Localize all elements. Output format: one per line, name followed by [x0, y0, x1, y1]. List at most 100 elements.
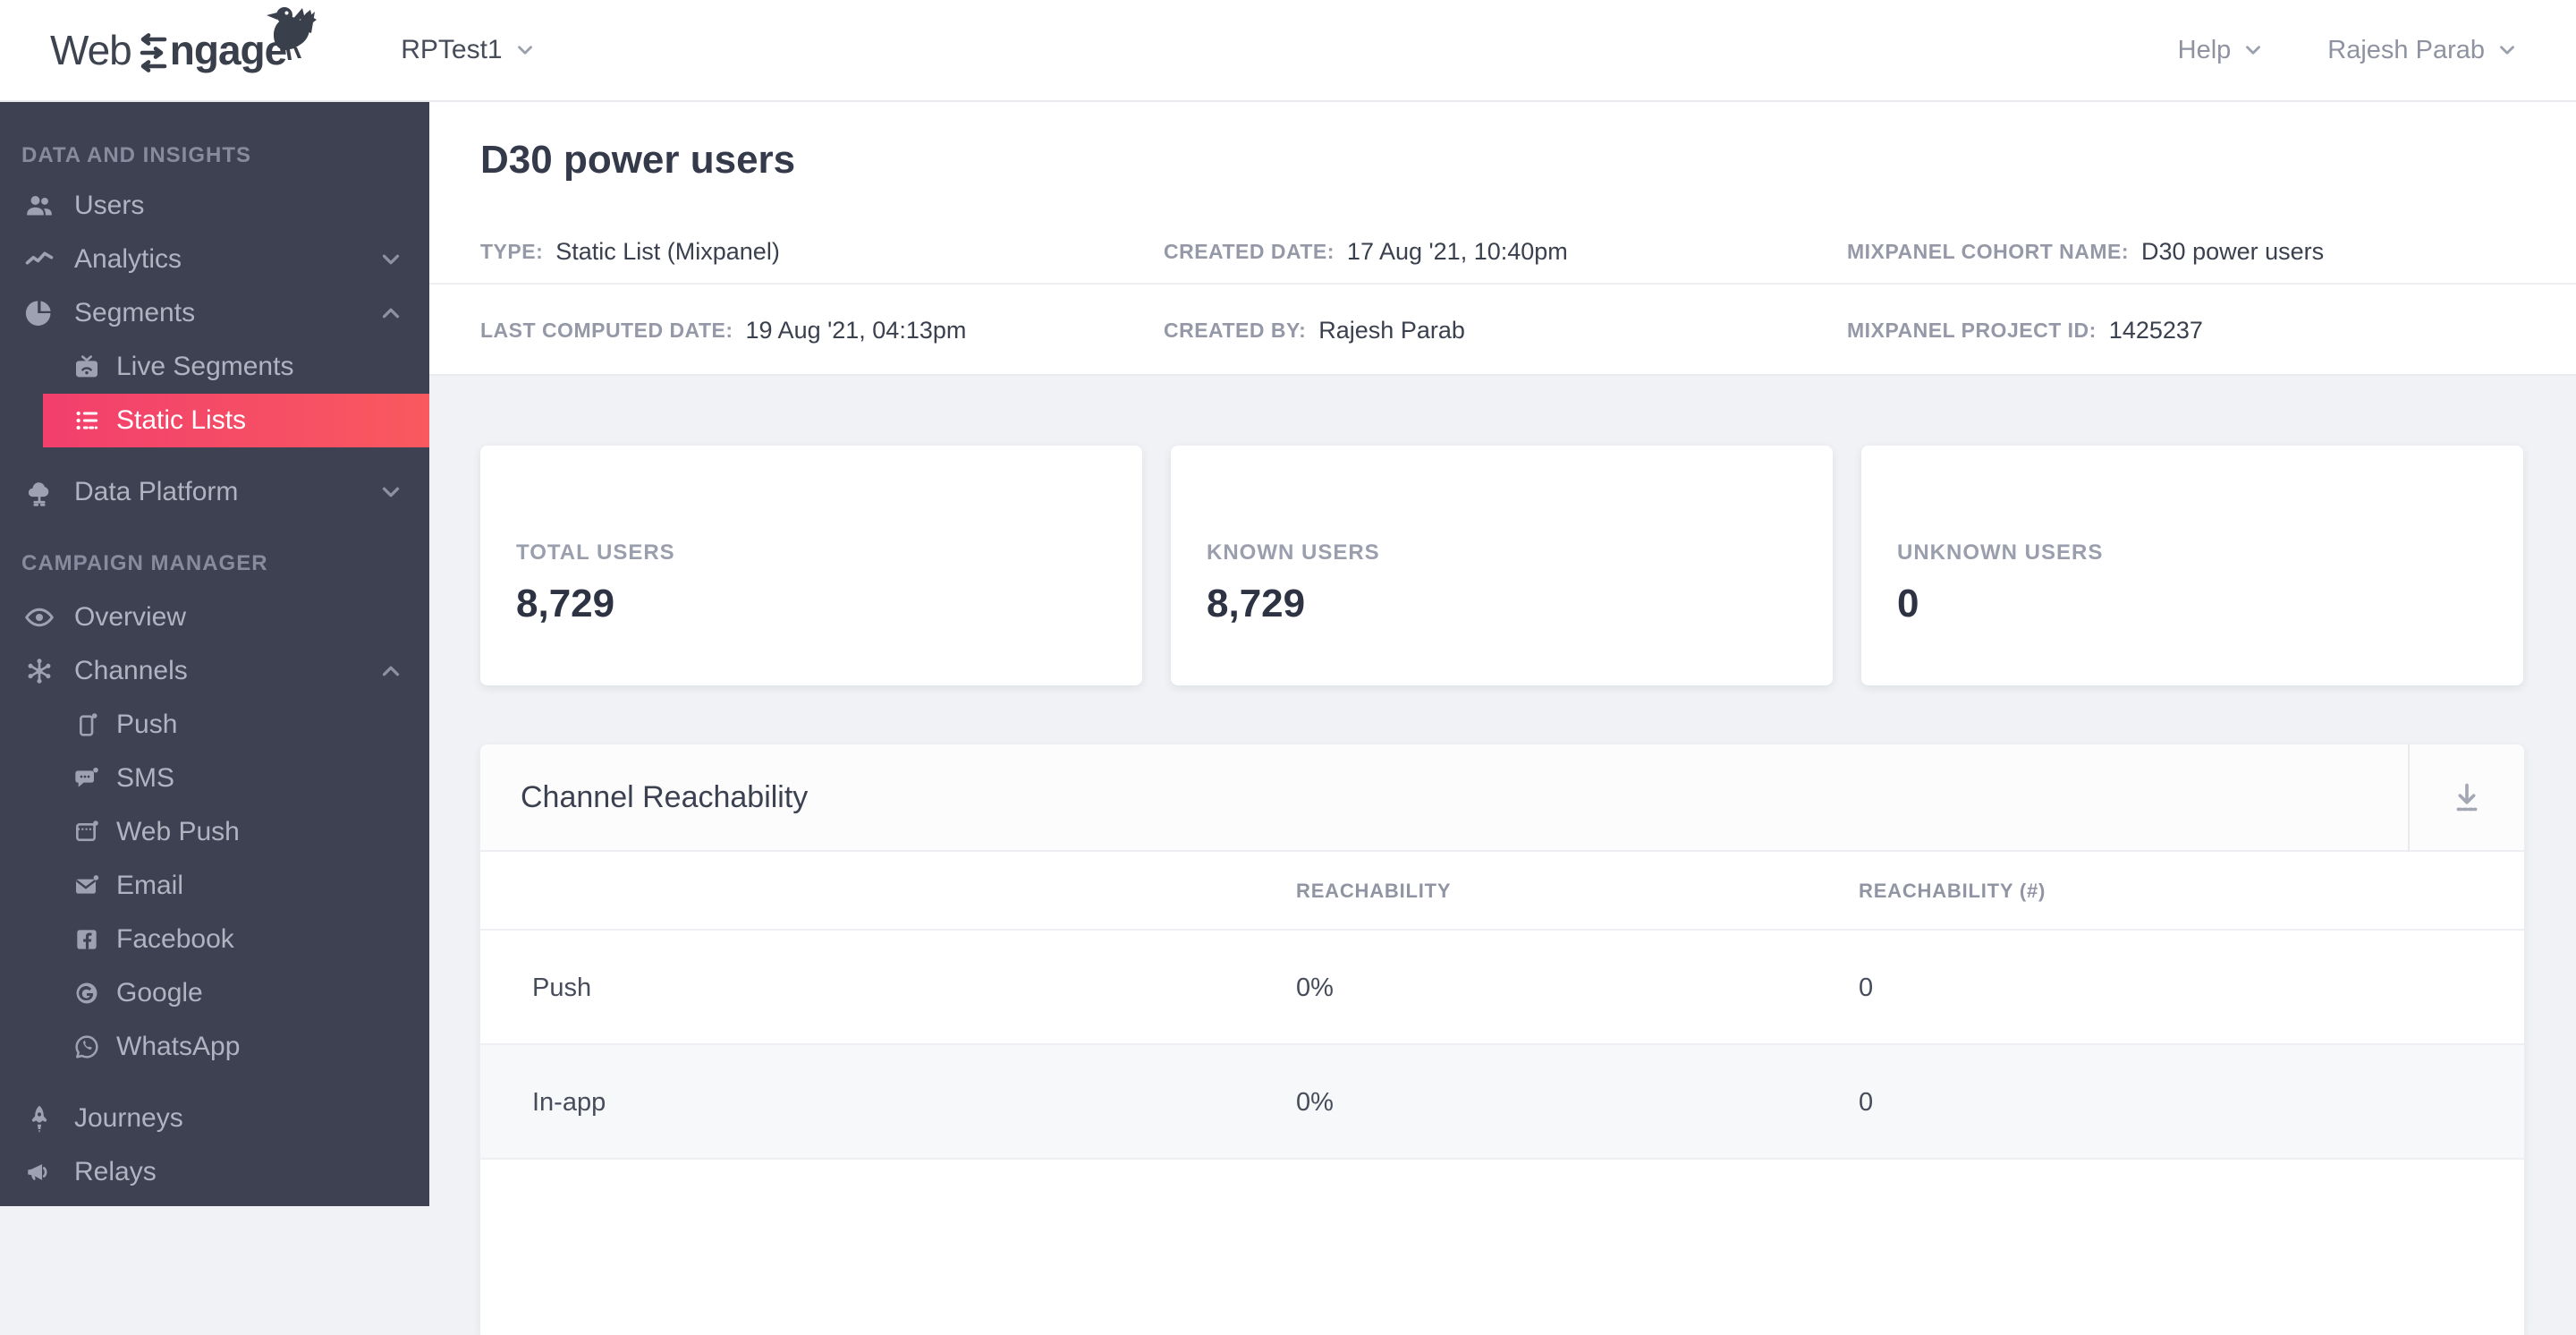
table-row-push: Push 0% 0 — [480, 931, 2524, 1045]
sidebar-item-label: Web Push — [116, 817, 240, 846]
meta-created-by: CREATED BY: Rajesh Parab — [1164, 317, 1465, 344]
meta-row-1: TYPE: Static List (Mixpanel) CREATED DAT… — [429, 220, 2576, 285]
sidebar-item-label: Static Lists — [116, 405, 247, 435]
meta-created-date: CREATED DATE: 17 Aug '21, 10:40pm — [1164, 238, 1568, 266]
meta-mixpanel-cohort-name: MIXPANEL COHORT NAME: D30 power users — [1847, 238, 2324, 266]
stat-value: 8,729 — [516, 582, 615, 625]
sidebar-item-label: Journeys — [74, 1103, 183, 1133]
analytics-icon — [21, 243, 57, 276]
sidebar-section-campaign-manager: CAMPAIGN MANAGER — [21, 551, 268, 575]
chevron-down-icon — [517, 46, 532, 55]
chevron-down-icon — [2500, 46, 2514, 55]
meta-value: D30 power users — [2141, 237, 2325, 265]
sidebar-item-segments[interactable]: Segments — [0, 286, 429, 340]
top-bar: Web ngage RPTest1 Help Rajesh Parab — [0, 0, 2576, 102]
cell-reachability: 0% — [1296, 973, 1334, 1002]
sidebar-item-users[interactable]: Users — [0, 179, 429, 233]
chevron-down-icon — [377, 479, 404, 506]
sidebar-item-label: Users — [74, 191, 145, 220]
sidebar-item-label: WhatsApp — [116, 1032, 241, 1061]
static-lists-icon — [72, 406, 102, 435]
whatsapp-icon — [72, 1033, 102, 1061]
sidebar-item-sms[interactable]: SMS — [0, 752, 429, 805]
sidebar-item-live-segments[interactable]: Live Segments — [0, 340, 429, 394]
stat-value: 0 — [1897, 582, 1919, 625]
sidebar-item-label: Channels — [74, 656, 188, 685]
data-platform-icon — [21, 476, 57, 508]
bird-icon — [267, 7, 318, 60]
webengage-logo[interactable]: Web ngage — [50, 0, 318, 101]
live-segments-icon — [72, 353, 102, 381]
table-row-in-app: In-app 0% 0 — [480, 1045, 2524, 1160]
stat-label: UNKNOWN USERS — [1897, 540, 2104, 565]
sidebar-item-channels[interactable]: Channels — [0, 644, 429, 698]
chevron-down-icon — [2246, 46, 2261, 55]
sidebar-item-web-push[interactable]: Web Push — [0, 805, 429, 859]
sidebar-item-journeys[interactable]: Journeys — [0, 1092, 429, 1145]
sidebar-item-label: Relays — [74, 1157, 157, 1186]
help-menu[interactable]: Help — [2178, 36, 2266, 65]
sidebar-item-label: Overview — [74, 602, 187, 632]
sidebar-item-google[interactable]: Google — [0, 966, 429, 1020]
chevron-up-icon — [377, 658, 404, 685]
meta-value: Static List (Mixpanel) — [555, 237, 780, 265]
segments-icon — [21, 297, 57, 329]
meta-type: TYPE: Static List (Mixpanel) — [480, 238, 780, 266]
download-icon — [2456, 783, 2478, 812]
google-icon — [72, 979, 102, 1008]
stat-value: 8,729 — [1207, 582, 1306, 625]
sidebar-item-email[interactable]: Email — [0, 859, 429, 913]
eye-icon — [21, 601, 57, 633]
meta-value: 1425237 — [2108, 316, 2203, 344]
sidebar-item-analytics[interactable]: Analytics — [0, 233, 429, 286]
stat-card-total-users: TOTAL USERS 8,729 — [480, 446, 1142, 685]
panel-header: Channel Reachability — [480, 744, 2524, 852]
user-menu[interactable]: Rajesh Parab — [2327, 36, 2519, 65]
sidebar-item-label: SMS — [116, 763, 175, 793]
sidebar-item-label: Live Segments — [116, 352, 294, 381]
sidebar-item-static-lists[interactable]: Static Lists — [43, 394, 429, 447]
sidebar-item-label: Analytics — [74, 244, 182, 274]
stat-cards: TOTAL USERS 8,729 KNOWN USERS 8,729 UNKN… — [480, 446, 2523, 685]
page-title: D30 power users — [480, 138, 796, 182]
sidebar-item-overview[interactable]: Overview — [0, 591, 429, 644]
sidebar-item-relays[interactable]: Relays — [0, 1145, 429, 1199]
sidebar-item-label: Facebook — [116, 924, 234, 954]
meta-value: 19 Aug '21, 04:13pm — [745, 316, 967, 344]
sidebar-item-whatsapp[interactable]: WhatsApp — [0, 1020, 429, 1074]
megaphone-icon — [21, 1156, 57, 1188]
chevron-down-icon — [377, 246, 404, 273]
sidebar-item-facebook[interactable]: Facebook — [0, 913, 429, 966]
sidebar-item-label: Segments — [74, 298, 196, 327]
meta-last-computed-date: LAST COMPUTED DATE: 19 Aug '21, 04:13pm — [480, 317, 966, 344]
rocket-icon — [21, 1102, 57, 1135]
mobile-push-icon — [72, 710, 102, 739]
sidebar-item-data-platform[interactable]: Data Platform — [0, 465, 429, 519]
meta-label: MIXPANEL PROJECT ID: — [1847, 318, 2097, 342]
web-push-icon — [72, 818, 102, 846]
help-label: Help — [2177, 35, 2232, 64]
sidebar-item-push[interactable]: Push — [0, 698, 429, 752]
facebook-icon — [72, 925, 102, 954]
stat-label: KNOWN USERS — [1207, 540, 1380, 565]
panel-title: Channel Reachability — [521, 779, 809, 814]
project-name: RPTest1 — [401, 35, 503, 64]
sms-icon — [72, 764, 102, 793]
sidebar-item-label: Data Platform — [74, 477, 239, 506]
meta-label: LAST COMPUTED DATE: — [480, 318, 733, 342]
channels-hub-icon — [21, 655, 57, 687]
cell-channel: In-app — [532, 1087, 606, 1117]
download-button[interactable] — [2408, 744, 2524, 852]
page-header: D30 power users TYPE: Static List (Mixpa… — [429, 102, 2576, 376]
stat-label: TOTAL USERS — [516, 540, 675, 565]
meta-label: CREATED DATE: — [1164, 239, 1335, 263]
topbar-right: Help Rajesh Parab — [2178, 36, 2519, 65]
users-icon — [21, 190, 57, 222]
sidebar-item-label: Google — [116, 978, 203, 1008]
column-header-reachability: REACHABILITY — [1296, 880, 1452, 902]
sidebar-item-label: Email — [116, 871, 184, 900]
main-content: D30 power users TYPE: Static List (Mixpa… — [429, 102, 2576, 1335]
project-switcher[interactable]: RPTest1 — [401, 35, 536, 65]
logo-arrows-e-icon — [140, 33, 167, 72]
cell-channel: Push — [532, 973, 592, 1002]
